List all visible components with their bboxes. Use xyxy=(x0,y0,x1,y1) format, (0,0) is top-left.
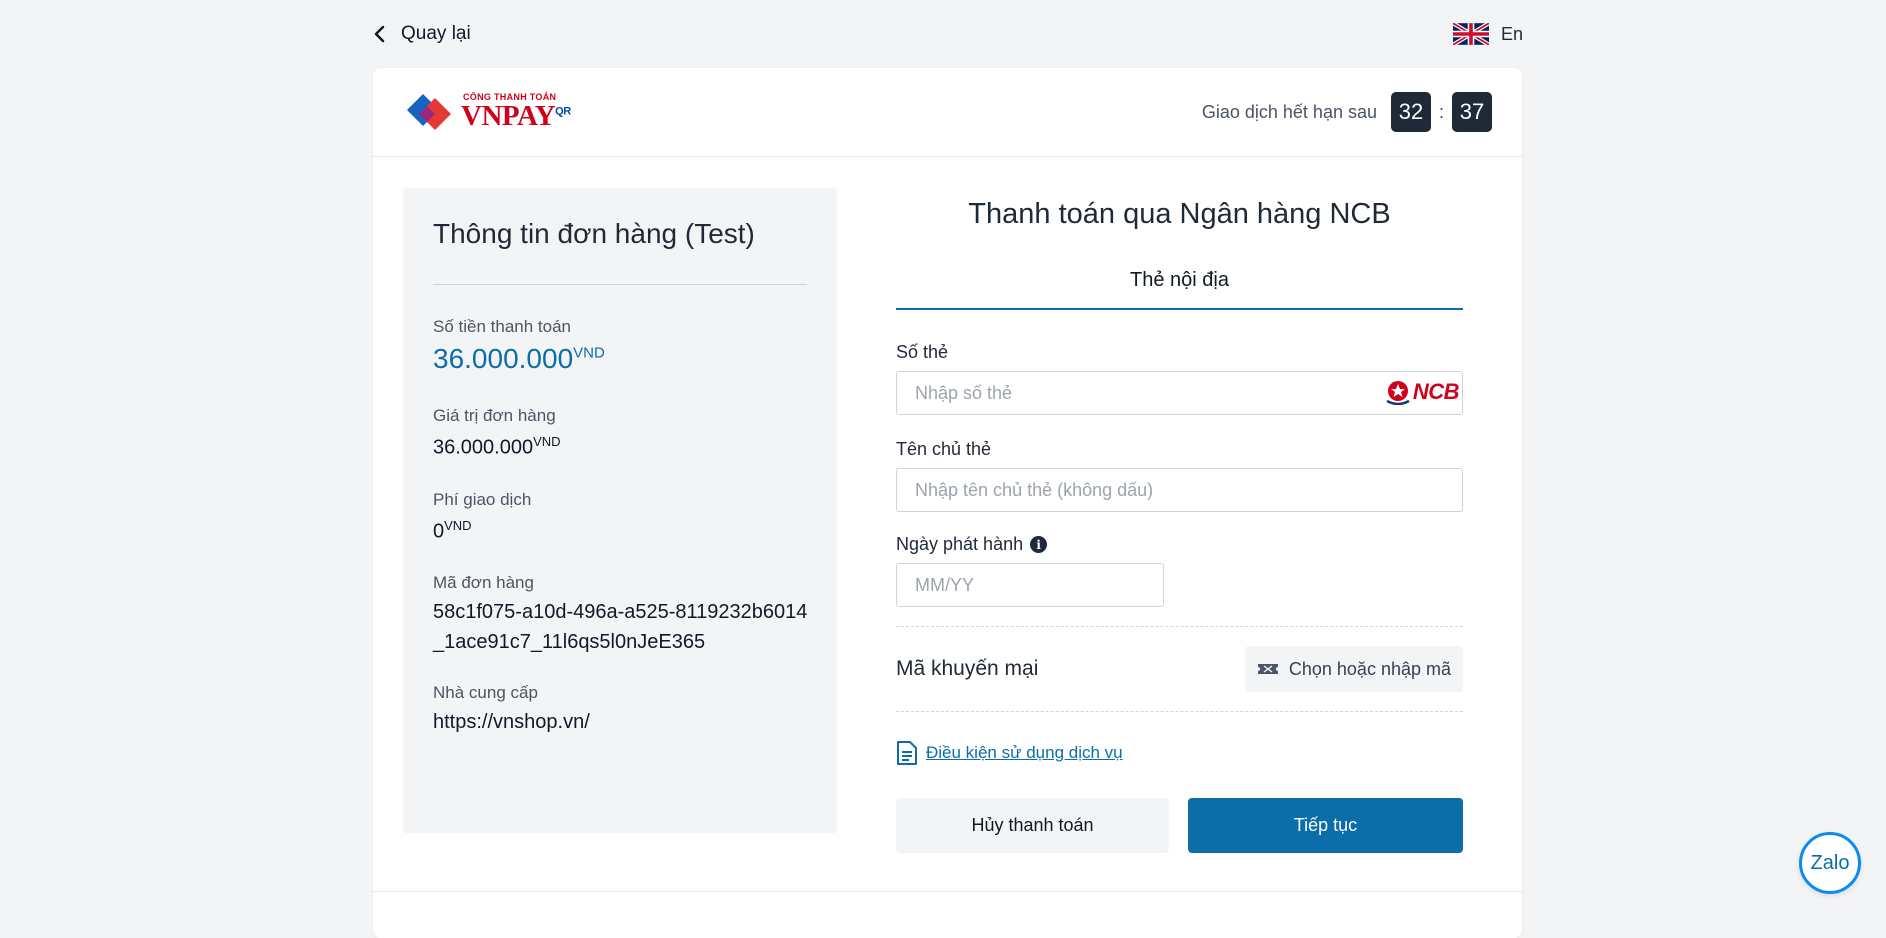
terms-link[interactable]: Điều kiện sử dụng dịch vụ xyxy=(896,740,1463,766)
cancel-payment-button[interactable]: Hủy thanh toán xyxy=(896,798,1169,853)
timer-minutes: 32 xyxy=(1390,92,1431,132)
card-number-wrap: NCB xyxy=(896,371,1463,415)
timer-seconds: 37 xyxy=(1452,92,1492,132)
order-info-title: Thông tin đơn hàng (Test) xyxy=(433,218,807,285)
card-number-input[interactable] xyxy=(896,371,1463,415)
order-value-field: Giá trị đơn hàng 36.000.000VND xyxy=(433,406,807,460)
card-footer-divider xyxy=(373,891,1522,892)
promo-label: Mã khuyến mại xyxy=(896,657,1039,680)
logo-brand: VNPAYQR xyxy=(461,100,571,132)
holder-label: Tên chủ thẻ xyxy=(896,439,992,459)
order-id-field: Mã đơn hàng 58c1f075-a10d-496a-a525-8119… xyxy=(433,573,807,657)
fee-value: 0VND xyxy=(433,517,472,543)
provider-field: Nhà cung cấp https://vnshop.vn/ xyxy=(433,683,807,734)
back-button[interactable]: Quay lại xyxy=(373,23,471,45)
issue-date-wrap xyxy=(896,563,1463,607)
continue-button[interactable]: Tiếp tục xyxy=(1188,798,1463,853)
timer-label: Giao dịch hết hạn sau xyxy=(1201,101,1377,122)
document-icon xyxy=(897,741,917,765)
vnpay-mark-icon xyxy=(407,94,451,130)
order-info-panel: Thông tin đơn hàng (Test) Số tiền thanh … xyxy=(403,188,837,833)
holder-wrap xyxy=(896,468,1463,512)
language-label: En xyxy=(1500,23,1523,44)
ticket-icon xyxy=(1257,664,1278,674)
ncb-mark-icon xyxy=(1386,381,1410,405)
back-label: Quay lại xyxy=(401,23,471,44)
order-id-value: 58c1f075-a10d-496a-a525-8119232b6014_1ac… xyxy=(433,601,808,654)
payment-card: CỔNG THANH TOÁN VNPAYQR Giao dịch hết hạ… xyxy=(373,68,1522,938)
amount-label: Số tiền thanh toán xyxy=(433,317,572,336)
action-buttons: Hủy thanh toán Tiếp tục xyxy=(896,798,1463,853)
card-number-label: Số thẻ xyxy=(896,342,949,362)
info-icon[interactable]: i xyxy=(1030,536,1048,553)
holder-name-input[interactable] xyxy=(896,468,1463,512)
fee-label: Phí giao dịch xyxy=(433,489,532,509)
order-value: 36.000.000VND xyxy=(433,434,561,459)
issue-date-label: Ngày phát hành xyxy=(896,534,1024,554)
issue-date-label-row: Ngày phát hành i xyxy=(896,534,1463,555)
divider xyxy=(896,711,1463,712)
tab-domestic-card[interactable]: Thẻ nội địa xyxy=(896,269,1463,310)
ncb-logo: NCB xyxy=(1385,379,1460,405)
timer-separator: : xyxy=(1438,101,1444,122)
issue-date-input[interactable] xyxy=(896,563,1164,607)
promo-row: Mã khuyến mại Chọn hoặc nhập mã xyxy=(896,627,1463,711)
order-value-label: Giá trị đơn hàng xyxy=(433,406,556,425)
card-header: CỔNG THANH TOÁN VNPAYQR Giao dịch hết hạ… xyxy=(373,68,1522,157)
language-switcher[interactable]: En xyxy=(1452,23,1523,45)
fee-field: Phí giao dịch 0VND xyxy=(433,490,807,544)
provider-label: Nhà cung cấp xyxy=(433,683,538,703)
provider-value: https://vnshop.vn/ xyxy=(433,711,590,734)
payment-form: Thanh toán qua Ngân hàng NCB Thẻ nội địa… xyxy=(896,188,1463,853)
chevron-left-icon xyxy=(374,25,385,43)
zalo-chat-button[interactable]: Zalo xyxy=(1799,832,1861,894)
top-bar: Quay lại En xyxy=(373,14,1523,54)
amount-value: 36.000.000VND xyxy=(433,343,605,374)
expiry-timer: Giao dịch hết hạn sau 32 : 37 xyxy=(1202,92,1492,132)
promo-code-button[interactable]: Chọn hoặc nhập mã xyxy=(1244,646,1463,692)
payment-title: Thanh toán qua Ngân hàng NCB xyxy=(968,198,1391,230)
amount-field: Số tiền thanh toán 36.000.000VND xyxy=(433,317,807,375)
order-id-label: Mã đơn hàng xyxy=(433,573,534,593)
uk-flag-icon xyxy=(1452,23,1489,45)
vnpay-logo: CỔNG THANH TOÁN VNPAYQR xyxy=(403,90,571,134)
